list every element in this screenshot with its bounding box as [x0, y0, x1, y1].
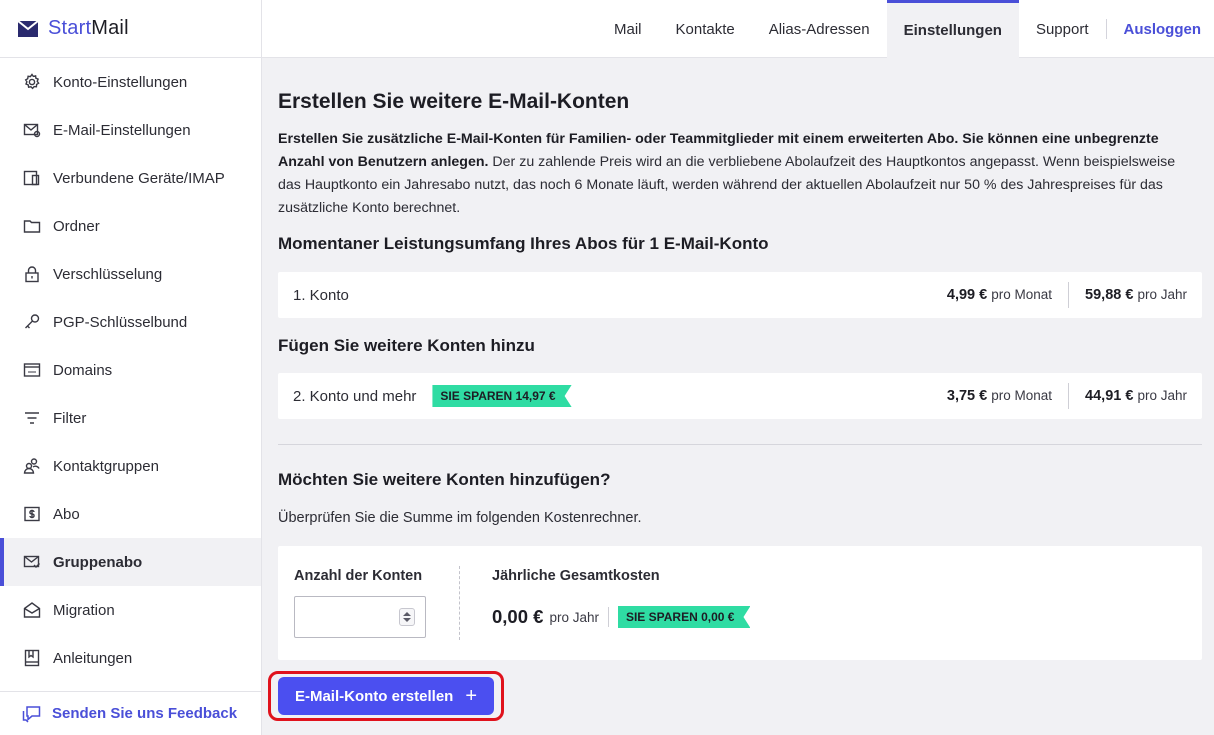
mail-settings-icon	[22, 120, 42, 140]
sidebar-item-folders[interactable]: Ordner	[0, 202, 261, 250]
price-divider	[607, 607, 609, 627]
button-label: E-Mail-Konto erstellen	[294, 687, 454, 705]
logo[interactable]: StartMail	[0, 0, 261, 58]
sidebar-item-label: Domains	[53, 361, 113, 379]
sidebar-item-label: Konto-Einstellungen	[53, 73, 188, 91]
sidebar-item-label: Anleitungen	[53, 649, 133, 667]
savings-badge: SIE SPAREN 14,97 €	[432, 385, 571, 407]
yearly-price: 44,91 € pro Jahr	[1085, 388, 1187, 404]
savings-badge: SIE SPAREN 0,00 €	[618, 606, 751, 628]
additional-accounts-row: 2. Konto und mehr SIE SPAREN 14,97 € 3,7…	[278, 373, 1202, 419]
key-icon	[22, 312, 42, 332]
mail-group-icon	[22, 552, 42, 572]
feedback-label: Senden Sie uns Feedback	[52, 705, 238, 722]
account-count-label: Anzahl der Konten	[294, 568, 423, 584]
chat-feedback-icon	[22, 705, 41, 723]
lock-icon	[22, 264, 42, 284]
highlight-frame: E-Mail-Konto erstellen +	[268, 671, 504, 721]
stepper-up-icon[interactable]	[403, 612, 411, 616]
account-count-input[interactable]	[294, 596, 426, 638]
plus-icon: +	[465, 685, 478, 707]
page-title: Erstellen Sie weitere E-Mail-Konten	[278, 90, 630, 113]
domain-icon	[22, 360, 42, 380]
additional-accounts-card: 2. Konto und mehr SIE SPAREN 14,97 € 3,7…	[278, 373, 1202, 419]
monthly-price: 3,75 € pro Monat	[946, 388, 1053, 404]
logo-text: StartMail	[48, 17, 129, 39]
calculator-divider	[459, 566, 460, 640]
row-label: 1. Konto	[293, 286, 349, 304]
tab-settings[interactable]: Einstellungen	[886, 0, 1019, 58]
sidebar-item-guides[interactable]: Anleitungen	[0, 634, 261, 682]
sidebar-item-label: Ordner	[53, 217, 100, 235]
price-divider	[1068, 383, 1070, 409]
account-count-section: Anzahl der Konten	[294, 568, 426, 638]
sidebar-item-label: PGP-Schlüsselbund	[53, 313, 188, 331]
current-plan-row: 1. Konto 4,99 € pro Monat 59,88 € pro Ja…	[278, 272, 1202, 318]
sidebar-item-account-settings[interactable]: Konto-Einstellungen	[0, 58, 261, 106]
sidebar-item-label: Verschlüsselung	[53, 265, 163, 283]
add-more-question: Möchten Sie weitere Konten hinzufügen?	[278, 470, 611, 489]
section-divider	[278, 444, 1202, 445]
sidebar-item-domains[interactable]: Domains	[0, 346, 261, 394]
tab-mail[interactable]: Mail	[597, 0, 659, 58]
sidebar-item-label: Verbundene Geräte/IMAP	[53, 169, 225, 187]
receipt-icon	[22, 504, 42, 524]
contact-group-icon	[22, 456, 42, 476]
yearly-price: 59,88 € pro Jahr	[1085, 287, 1187, 303]
feedback-link[interactable]: Senden Sie uns Feedback	[0, 691, 261, 735]
sidebar-item-label: Abo	[53, 505, 80, 523]
sidebar-item-pgp-keyring[interactable]: PGP-Schlüsselbund	[0, 298, 261, 346]
envelope-logo-icon	[18, 20, 38, 37]
folder-icon	[22, 216, 42, 236]
current-plan-card: 1. Konto 4,99 € pro Monat 59,88 € pro Ja…	[278, 272, 1202, 318]
total-unit: pro Jahr	[549, 609, 599, 625]
price-divider	[1068, 282, 1070, 308]
sidebar-item-connected-devices[interactable]: Verbundene Geräte/IMAP	[0, 154, 261, 202]
main-content: Erstellen Sie weitere E-Mail-Konten Erst…	[262, 58, 1214, 735]
cost-calculator: Anzahl der Konten Jährliche Gesamtkosten…	[278, 546, 1202, 660]
sidebar-item-label: Filter	[53, 409, 87, 427]
sidebar-item-subscription[interactable]: Abo	[0, 490, 261, 538]
total-amount: 0,00 €	[492, 606, 544, 627]
sidebar-item-label: Kontaktgruppen	[53, 457, 159, 475]
filter-icon	[22, 408, 42, 428]
create-email-account-button[interactable]: E-Mail-Konto erstellen +	[278, 677, 494, 715]
sidebar: StartMail Konto-Einstellungen E-Mail-Ein…	[0, 0, 262, 735]
monthly-price: 4,99 € pro Monat	[946, 287, 1053, 303]
main-tabs: Mail Kontakte Alias-Adressen Einstellung…	[597, 0, 1214, 58]
logout-link[interactable]: Ausloggen	[1107, 0, 1214, 58]
settings-nav: Konto-Einstellungen E-Mail-Einstellungen…	[0, 58, 261, 682]
sidebar-item-label: Migration	[53, 601, 115, 619]
total-cost-section: Jährliche Gesamtkosten 0,00 € pro Jahr S…	[492, 568, 750, 628]
tab-support[interactable]: Support	[1019, 0, 1106, 58]
total-cost-label: Jährliche Gesamtkosten	[492, 568, 660, 584]
sidebar-item-migration[interactable]: Migration	[0, 586, 261, 634]
sidebar-item-label: E-Mail-Einstellungen	[53, 121, 191, 139]
total-cost: 0,00 € pro Jahr SIE SPAREN 0,00 €	[492, 606, 750, 628]
sidebar-item-group-subscription[interactable]: Gruppenabo	[0, 538, 261, 586]
calculator-hint: Überprüfen Sie die Summe im folgenden Ko…	[278, 510, 642, 526]
sidebar-item-email-settings[interactable]: E-Mail-Einstellungen	[0, 106, 261, 154]
intro-text: Erstellen Sie zusätzliche E-Mail-Konten …	[278, 128, 1178, 220]
row-label: 2. Konto und mehr	[293, 387, 417, 405]
gear-icon	[22, 72, 42, 92]
sidebar-item-contact-groups[interactable]: Kontaktgruppen	[0, 442, 261, 490]
sidebar-item-filter[interactable]: Filter	[0, 394, 261, 442]
migration-icon	[22, 600, 42, 620]
sidebar-item-encryption[interactable]: Verschlüsselung	[0, 250, 261, 298]
devices-icon	[22, 168, 42, 188]
stepper-down-icon[interactable]	[403, 618, 411, 622]
sidebar-item-label: Gruppenabo	[53, 553, 143, 571]
book-icon	[22, 648, 42, 668]
current-plan-heading: Momentaner Leistungsumfang Ihres Abos fü…	[278, 234, 769, 253]
tab-alias-addresses[interactable]: Alias-Adressen	[752, 0, 887, 58]
number-stepper[interactable]	[399, 608, 415, 626]
add-accounts-heading: Fügen Sie weitere Konten hinzu	[278, 336, 535, 355]
tab-contacts[interactable]: Kontakte	[659, 0, 752, 58]
top-navigation-bar: Mail Kontakte Alias-Adressen Einstellung…	[262, 0, 1214, 58]
